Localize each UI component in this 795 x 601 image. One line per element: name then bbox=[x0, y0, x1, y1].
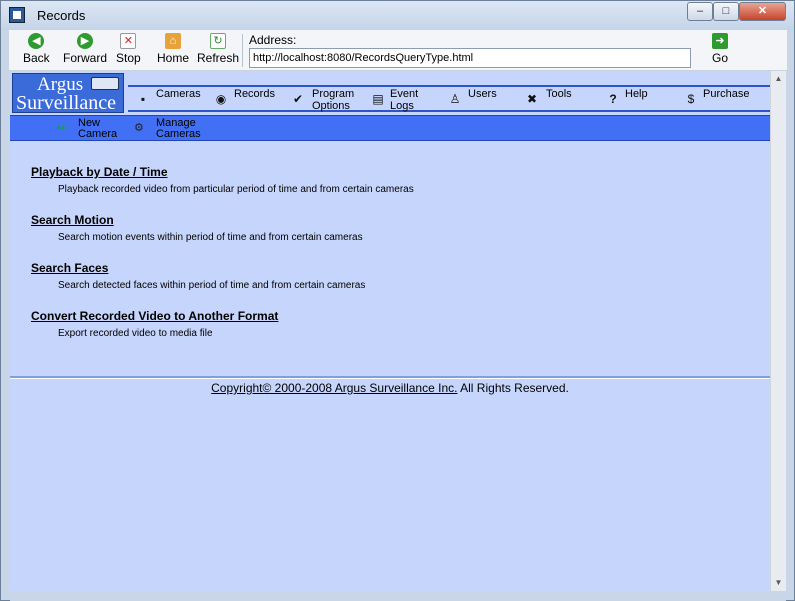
back-label: Back bbox=[23, 51, 50, 65]
manage-cameras-icon: ⚙ bbox=[134, 122, 144, 134]
nav-event-logs[interactable]: Event Logs bbox=[390, 88, 418, 112]
forward-arrow-icon: ▶ bbox=[77, 33, 93, 49]
document-icon: ▤ bbox=[372, 92, 384, 106]
question-icon: ? bbox=[609, 92, 617, 106]
back-button[interactable]: ◀ Back bbox=[23, 33, 50, 65]
camera-icon: ▪ bbox=[140, 92, 146, 106]
status-bar bbox=[10, 591, 786, 601]
subnav-new-camera[interactable]: New Camera bbox=[78, 118, 117, 140]
copyright-link[interactable]: Copyright© 2000-2008 Argus Surveillance … bbox=[211, 381, 457, 395]
home-icon: ⌂ bbox=[165, 33, 181, 49]
go-arrow-icon: ➜ bbox=[712, 33, 728, 49]
vertical-scrollbar[interactable]: ▲ ▼ bbox=[770, 71, 786, 591]
app-icon bbox=[9, 7, 25, 23]
nav-help[interactable]: Help bbox=[625, 88, 648, 100]
convert-video-link[interactable]: Convert Recorded Video to Another Format bbox=[31, 309, 278, 323]
new-camera-icon: +▪ bbox=[55, 122, 66, 134]
nav-tools[interactable]: Tools bbox=[546, 88, 572, 100]
convert-video-desc: Export recorded video to media file bbox=[58, 328, 213, 339]
maximize-button[interactable]: □ bbox=[713, 2, 739, 21]
logo-camera-icon bbox=[91, 77, 119, 90]
stop-button[interactable]: ✕ Stop bbox=[116, 33, 141, 65]
dollar-icon: $ bbox=[687, 92, 695, 106]
refresh-icon: ↻ bbox=[210, 33, 227, 49]
search-faces-link[interactable]: Search Faces bbox=[31, 261, 108, 275]
scroll-up-icon[interactable]: ▲ bbox=[771, 71, 786, 87]
disc-icon: ◉ bbox=[215, 92, 227, 106]
search-faces-desc: Search detected faces within period of t… bbox=[58, 280, 366, 291]
playback-link[interactable]: Playback by Date / Time bbox=[31, 165, 168, 179]
nav-users[interactable]: Users bbox=[468, 88, 497, 100]
subnav-manage-cameras[interactable]: Manage Cameras bbox=[156, 118, 201, 140]
checkmark-icon: ✔ bbox=[292, 92, 304, 106]
title-bar: Records – □ ✕ bbox=[1, 1, 794, 30]
logo: Argus Surveillance bbox=[12, 73, 124, 114]
nav-cameras[interactable]: Cameras bbox=[156, 88, 201, 100]
refresh-label: Refresh bbox=[197, 51, 240, 65]
users-icon: ♙ bbox=[449, 92, 461, 106]
refresh-button[interactable]: ↻ Refresh bbox=[197, 33, 239, 65]
nav-purchase[interactable]: Purchase bbox=[703, 88, 749, 100]
logo-line2: Surveillance bbox=[16, 92, 116, 114]
go-button[interactable]: ➜ Go bbox=[712, 33, 728, 65]
footer-divider bbox=[10, 376, 770, 379]
home-label: Home bbox=[157, 51, 190, 65]
address-label: Address: bbox=[249, 33, 297, 47]
main-nav: ▪ Cameras ◉ Records ✔ Program Options ▤ … bbox=[128, 85, 770, 112]
page-content: Argus Surveillance ▪ Cameras ◉ Records ✔… bbox=[10, 71, 770, 591]
scroll-down-icon[interactable]: ▼ bbox=[771, 575, 786, 591]
back-arrow-icon: ◀ bbox=[28, 33, 45, 49]
search-motion-link[interactable]: Search Motion bbox=[31, 213, 114, 227]
sub-nav: +▪ New Camera ⚙ Manage Cameras bbox=[10, 115, 770, 141]
minimize-button[interactable]: – bbox=[687, 2, 713, 21]
tools-icon: ✖ bbox=[526, 92, 538, 106]
browser-window: Records – □ ✕ ◀ Back ▶ Forward ✕ Stop ⌂ … bbox=[0, 0, 795, 601]
rights-text: All Rights Reserved. bbox=[457, 381, 569, 395]
header-banner: Argus Surveillance ▪ Cameras ◉ Records ✔… bbox=[10, 71, 770, 115]
search-motion-desc: Search motion events within period of ti… bbox=[58, 232, 363, 243]
forward-label: Forward bbox=[63, 51, 108, 65]
stop-label: Stop bbox=[116, 51, 141, 65]
nav-records[interactable]: Records bbox=[234, 88, 275, 100]
toolbar: ◀ Back ▶ Forward ✕ Stop ⌂ Home ↻ Refresh… bbox=[9, 30, 787, 71]
footer: Copyright© 2000-2008 Argus Surveillance … bbox=[10, 381, 770, 395]
playback-desc: Playback recorded video from particular … bbox=[58, 184, 414, 195]
address-input[interactable] bbox=[249, 48, 691, 68]
close-button[interactable]: ✕ bbox=[739, 2, 786, 21]
window-title: Records bbox=[37, 8, 86, 23]
stop-icon: ✕ bbox=[120, 33, 137, 49]
home-button[interactable]: ⌂ Home bbox=[157, 33, 189, 65]
forward-button[interactable]: ▶ Forward bbox=[63, 33, 107, 65]
go-label: Go bbox=[712, 51, 729, 65]
toolbar-divider bbox=[242, 34, 243, 67]
nav-program-options[interactable]: Program Options bbox=[312, 88, 354, 112]
